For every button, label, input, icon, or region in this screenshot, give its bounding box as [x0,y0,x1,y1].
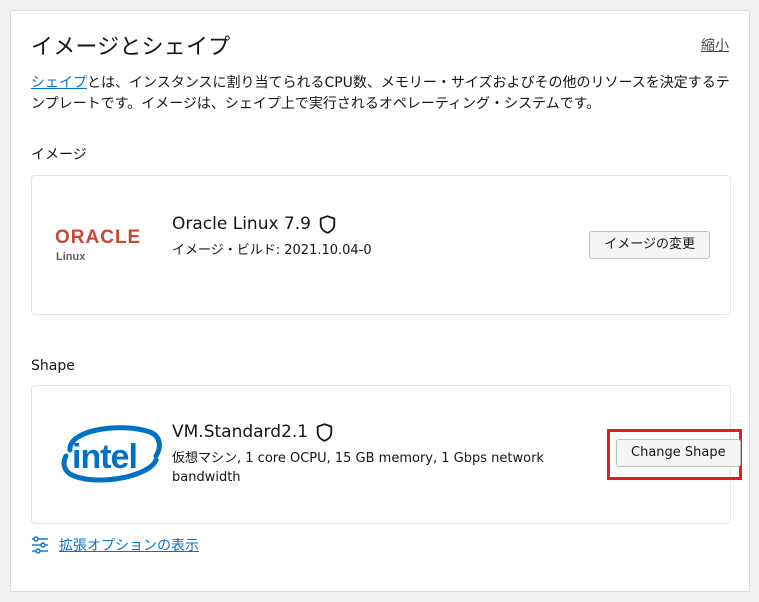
change-image-button[interactable]: イメージの変更 [589,231,710,259]
image-card: ORACLE Linux Oracle Linux 7.9 イメージ・ビルド: … [31,175,731,315]
shape-card: intel VM.Standard2.1 仮想マシン, 1 core OCPU,… [31,385,742,524]
shape-details: 仮想マシン, 1 core OCPU, 15 GB memory, 1 Gbps… [172,451,544,485]
image-section-label: イメージ [31,147,87,163]
show-advanced-options[interactable]: 拡張オプションの表示 [31,535,199,555]
collapse-link[interactable]: 縮小 [701,35,729,55]
shape-name-row: VM.Standard2.1 [172,422,333,442]
advanced-options-link[interactable]: 拡張オプションの表示 [59,535,199,555]
panel-title: イメージとシェイプ [31,35,231,60]
image-name-row: Oracle Linux 7.9 [172,214,336,234]
oracle-linux-logo: ORACLE Linux [55,227,141,263]
oracle-logo-text: ORACLE [55,227,141,248]
intel-logo: intel [61,425,162,483]
change-shape-button[interactable]: Change Shape [616,439,741,467]
image-name: Oracle Linux 7.9 [172,214,311,234]
shape-help-link[interactable]: シェイプ [31,75,87,91]
panel-header: イメージとシェイプ 縮小 [31,29,729,60]
shape-section-label: Shape [31,358,75,374]
sliders-icon [32,536,48,554]
shield-icon [319,214,336,234]
image-and-shape-panel: イメージとシェイプ 縮小 シェイプとは、インスタンスに割り当てられるCPU数、メ… [10,10,750,592]
image-build: イメージ・ビルド: 2021.10.04-0 [172,243,372,258]
description-text: とは、インスタンスに割り当てられるCPU数、メモリー・サイズおよびその他のリソー… [31,75,730,112]
linux-logo-text: Linux [56,251,86,263]
shield-icon [316,422,333,442]
shape-name: VM.Standard2.1 [172,422,309,442]
panel-description: シェイプとは、インスタンスに割り当てられるCPU数、メモリー・サイズおよびその他… [31,73,731,115]
intel-logo-text: intel [72,438,137,476]
